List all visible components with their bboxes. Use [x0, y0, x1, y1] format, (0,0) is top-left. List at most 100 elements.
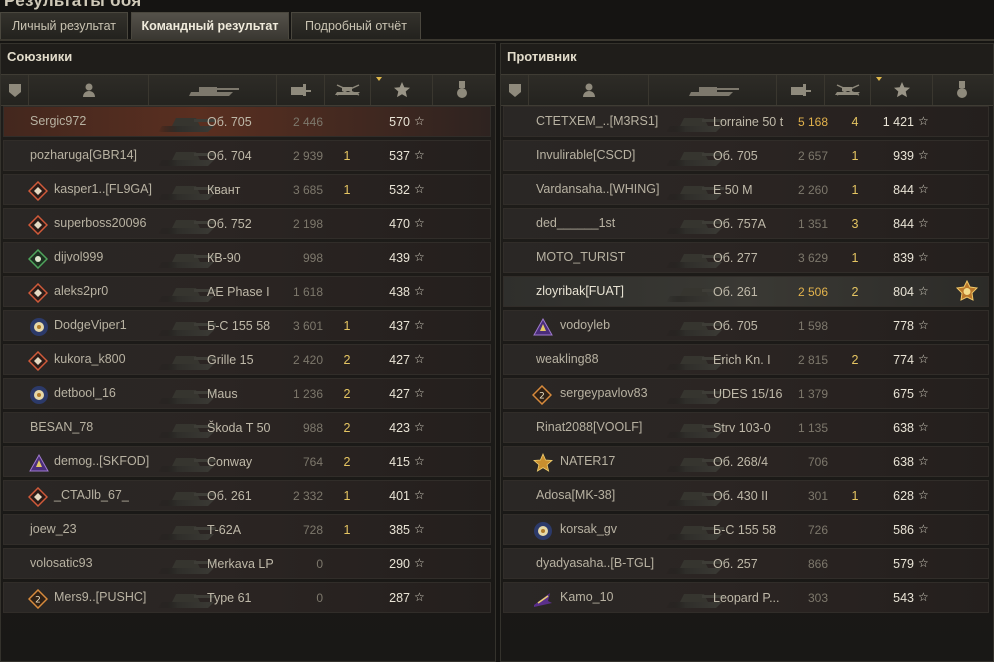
player-row[interactable]: NATER17 Об. 268/4 706 638 ☆ [503, 446, 989, 477]
player-name[interactable]: Rinat2088[VOOLF] [536, 420, 642, 434]
column-damage-header[interactable] [277, 75, 325, 105]
player-row[interactable]: kukora_k800 Grille 15 2 420 2 427 ☆ [3, 344, 491, 375]
player-name[interactable]: volosatic93 [30, 556, 93, 570]
player-row[interactable]: Adosa[MK-38] Об. 430 II 301 1 628 ☆ [503, 480, 989, 511]
column-xp-star-header[interactable] [871, 75, 933, 105]
player-name[interactable]: NATER17 [560, 454, 615, 468]
player-name[interactable]: Vardansaha..[WHING] [536, 182, 659, 196]
player-name[interactable]: pozharuga[GBR14] [30, 148, 137, 162]
tab-personal-result[interactable]: Личный результат [0, 12, 128, 39]
player-row[interactable]: 2 Mers9..[PUSHC] Type 61 0 287 ☆ [3, 582, 491, 613]
svg-text:2: 2 [539, 392, 545, 402]
player-row[interactable]: joew_23 Т-62А 728 1 385 ☆ [3, 514, 491, 545]
column-player-header[interactable] [529, 75, 649, 105]
vehicle-name: AE Phase I [207, 285, 270, 299]
player-name[interactable]: vodoyleb [560, 318, 610, 332]
player-row[interactable]: kasper1..[FL9GA] Квант 3 685 1 532 ☆ [3, 174, 491, 205]
player-row[interactable]: korsak_gv Б-С 155 58 726 586 ☆ [503, 514, 989, 545]
player-row[interactable]: MOTO_TURIST Об. 277 3 629 1 839 ☆ [503, 242, 989, 273]
player-row[interactable]: aleks2pr0 AE Phase I 1 618 438 ☆ [3, 276, 491, 307]
player-row[interactable]: Vardansaha..[WHING] E 50 M 2 260 1 844 ☆ [503, 174, 989, 205]
player-row[interactable]: DodgeViper1 Б-С 155 58 3 601 1 437 ☆ [3, 310, 491, 341]
clan-rank-icon-purple-arrow [532, 589, 552, 609]
battle-hero-medal-icon[interactable] [955, 279, 979, 304]
vehicle-name: КВ-90 [207, 251, 241, 265]
player-name[interactable]: DodgeViper1 [54, 318, 127, 332]
player-row[interactable]: 2 sergeypavlov83 UDES 15/16 1 379 675 ☆ [503, 378, 989, 409]
kills-value: 1 [343, 523, 351, 537]
vehicle-name: Об. 705 [713, 149, 758, 163]
player-name[interactable]: detbool_16 [54, 386, 116, 400]
tab-team-result[interactable]: Командный результат [131, 12, 289, 39]
column-damage-header[interactable] [777, 75, 825, 105]
player-name[interactable]: _CTAJlb_67_ [54, 488, 129, 502]
damage-value: 2 446 [292, 115, 323, 129]
column-medal-header[interactable] [433, 75, 491, 105]
player-name[interactable]: superboss20096 [54, 216, 146, 230]
xp-value: 437 [389, 319, 410, 333]
player-name[interactable]: kasper1..[FL9GA] [54, 182, 152, 196]
player-name[interactable]: BESAN_78 [30, 420, 93, 434]
player-row[interactable]: superboss20096 Об. 752 2 198 470 ☆ [3, 208, 491, 239]
clan-rank-icon-gold-star [532, 452, 553, 473]
column-player-header[interactable] [29, 75, 149, 105]
column-medal-header[interactable] [933, 75, 991, 105]
player-name[interactable]: Kamo_10 [560, 590, 614, 604]
player-name[interactable]: sergeypavlov83 [560, 386, 648, 400]
player-row[interactable]: weakling88 Erich Kn. I 2 815 2 774 ☆ [503, 344, 989, 375]
damage-value: 2 657 [797, 149, 828, 163]
player-row[interactable]: dyadyasaha..[B-TGL] Об. 257 866 579 ☆ [503, 548, 989, 579]
xp-star-icon: ☆ [918, 182, 929, 196]
player-name[interactable]: Mers9..[PUSHC] [54, 590, 146, 604]
damage-value: 2 198 [292, 217, 323, 231]
column-kills-header[interactable] [825, 75, 871, 105]
player-row[interactable]: detbool_16 Maus 1 236 2 427 ☆ [3, 378, 491, 409]
xp-value: 401 [389, 489, 410, 503]
player-name[interactable]: aleks2pr0 [54, 284, 108, 298]
player-row[interactable]: _CTAJlb_67_ Об. 261 2 332 1 401 ☆ [3, 480, 491, 511]
kills-value: 1 [851, 149, 859, 163]
player-row[interactable]: pozharuga[GBR14] Об. 704 2 939 1 537 ☆ [3, 140, 491, 171]
player-name[interactable]: Sergic972 [30, 114, 86, 128]
damage-value: 3 685 [292, 183, 323, 197]
xp-value: 675 [893, 387, 914, 401]
damage-value: 301 [807, 489, 828, 503]
player-name[interactable]: dyadyasaha..[B-TGL] [536, 556, 654, 570]
column-platoon-header[interactable] [501, 75, 529, 105]
player-row[interactable]: vodoyleb Об. 705 1 598 778 ☆ [503, 310, 989, 341]
column-platoon-header[interactable] [1, 75, 29, 105]
xp-star-icon: ☆ [918, 454, 929, 468]
tab-detailed-report[interactable]: Подробный отчёт [291, 12, 421, 39]
player-row[interactable]: Sergic972 Об. 705 2 446 570 ☆ [3, 106, 491, 137]
player-row[interactable]: dijvol999 КВ-90 998 439 ☆ [3, 242, 491, 273]
player-row[interactable]: volosatic93 Merkava LP 0 290 ☆ [3, 548, 491, 579]
player-name[interactable]: ded______1st [536, 216, 615, 230]
player-name[interactable]: kukora_k800 [54, 352, 126, 366]
player-name[interactable]: korsak_gv [560, 522, 617, 536]
player-row[interactable]: Kamo_10 Leopard P... 303 543 ☆ [503, 582, 989, 613]
xp-value: 427 [389, 387, 410, 401]
column-tank-header[interactable] [149, 75, 277, 105]
column-tank-header[interactable] [649, 75, 777, 105]
player-name[interactable]: Invulirable[CSCD] [536, 148, 635, 162]
player-row[interactable]: zloyribak[FUAT] Об. 261 2 506 2 804 ☆ [503, 276, 989, 307]
clan-rank-icon-orange-diamond: 2 [27, 588, 49, 610]
player-name[interactable]: Adosa[MK-38] [536, 488, 615, 502]
player-name[interactable]: dijvol999 [54, 250, 103, 264]
player-row[interactable]: Invulirable[CSCD] Об. 705 2 657 1 939 ☆ [503, 140, 989, 171]
player-name[interactable]: CTETXEM_..[M3RS1] [536, 114, 658, 128]
player-name[interactable]: MOTO_TURIST [536, 250, 625, 264]
player-row[interactable]: Rinat2088[VOOLF] Strv 103-0 1 135 638 ☆ [503, 412, 989, 443]
player-name[interactable]: zloyribak[FUAT] [536, 284, 624, 298]
column-xp-star-header[interactable] [371, 75, 433, 105]
player-name[interactable]: demog..[SKFOD] [54, 454, 149, 468]
column-kills-header[interactable] [325, 75, 371, 105]
vehicle-name: Conway [207, 455, 253, 469]
player-row[interactable]: demog..[SKFOD] Conway 764 2 415 ☆ [3, 446, 491, 477]
player-row[interactable]: CTETXEM_..[M3RS1] Lorraine 50 t5 168 4 1 42… [503, 106, 989, 137]
vehicle-name: Об. 752 [207, 217, 252, 231]
player-name[interactable]: weakling88 [536, 352, 599, 366]
player-row[interactable]: BESAN_78 Škoda T 50 988 2 423 ☆ [3, 412, 491, 443]
player-row[interactable]: ded______1st Об. 757А 1 351 3 844 ☆ [503, 208, 989, 239]
player-name[interactable]: joew_23 [30, 522, 77, 536]
